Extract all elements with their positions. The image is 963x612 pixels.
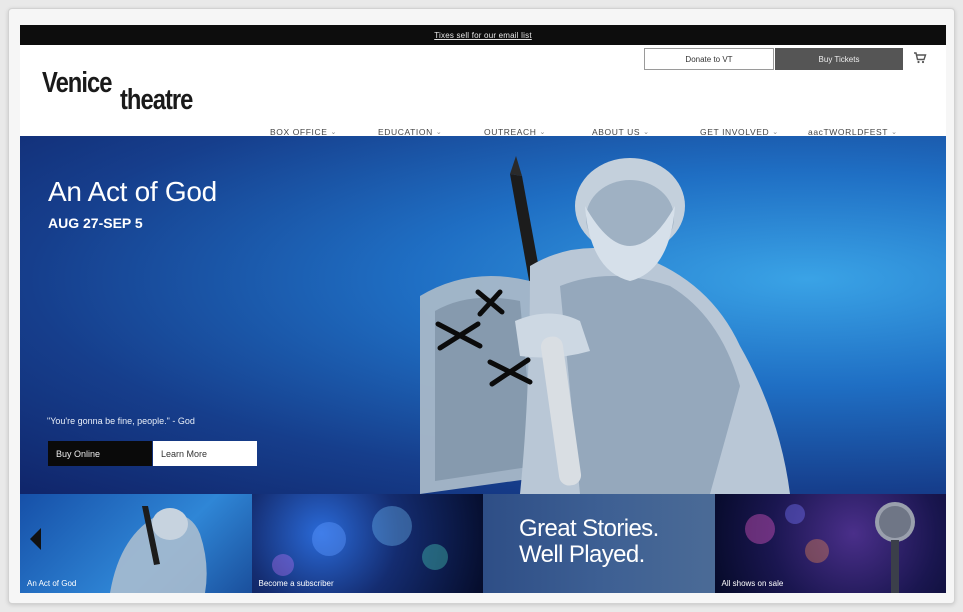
thumb-act-of-god[interactable]: An Act of God bbox=[20, 494, 252, 593]
tagline-line2: Well Played. bbox=[519, 541, 645, 568]
hero-banner: An Act of God AUG 27-SEP 5 "You're gonna… bbox=[20, 136, 946, 494]
tagline: Great Stories. Well Played. bbox=[519, 516, 659, 568]
logo-word-venice: Venice bbox=[42, 67, 112, 99]
logo-word-theatre: theatre bbox=[120, 84, 193, 116]
thumb-subscriber[interactable]: Become a subscriber bbox=[251, 494, 483, 593]
chevron-down-icon: ⌄ bbox=[435, 129, 443, 136]
chevron-down-icon: ⌄ bbox=[643, 129, 650, 136]
bokeh-light bbox=[421, 544, 448, 570]
bokeh-light bbox=[371, 506, 412, 546]
buy-tickets-button[interactable]: Buy Tickets bbox=[775, 48, 903, 70]
thumbnail-strip: An Act of God Become a subscriber Great … bbox=[20, 494, 946, 593]
bokeh-light bbox=[784, 504, 805, 524]
buy-online-button[interactable]: Buy Online bbox=[48, 441, 152, 466]
thumb-caption: Become a subscriber bbox=[258, 579, 334, 588]
chevron-down-icon: ⌄ bbox=[772, 129, 779, 136]
statue-artwork bbox=[420, 156, 790, 494]
chevron-down-icon: ⌄ bbox=[539, 129, 546, 136]
hero-quote: "You're gonna be fine, people." - God bbox=[47, 416, 195, 426]
cart-icon[interactable] bbox=[913, 51, 927, 65]
bokeh-light bbox=[804, 539, 829, 563]
thumb-caption: All shows on sale bbox=[721, 579, 784, 588]
thumb-caption: An Act of God bbox=[27, 579, 77, 588]
hero-dates: AUG 27-SEP 5 bbox=[48, 215, 143, 231]
bokeh-light bbox=[311, 522, 346, 556]
hero-title: An Act of God bbox=[48, 176, 217, 207]
tagline-line1: Great Stories. bbox=[519, 515, 659, 542]
thumb-all-shows[interactable]: All shows on sale bbox=[714, 494, 946, 593]
site-header: Venice theatre Donate to VT Buy Tickets … bbox=[20, 45, 946, 137]
microphone-icon bbox=[874, 502, 915, 593]
chevron-left-icon[interactable] bbox=[30, 528, 42, 550]
announcement-link[interactable]: Tixes sell for our email list bbox=[434, 31, 532, 40]
announcement-bar: Tixes sell for our email list bbox=[20, 25, 946, 45]
website: Tixes sell for our email list Venice the… bbox=[20, 25, 946, 593]
bokeh-light bbox=[271, 554, 294, 576]
chevron-down-icon: ⌄ bbox=[330, 129, 337, 136]
chevron-down-icon: ⌄ bbox=[891, 129, 898, 136]
venice-theatre-logo[interactable]: Venice theatre bbox=[42, 67, 212, 119]
donate-button[interactable]: Donate to VT bbox=[644, 48, 774, 70]
thumb-great-stories[interactable]: Great Stories. Well Played. bbox=[483, 494, 715, 593]
learn-more-button[interactable]: Learn More bbox=[153, 441, 257, 466]
bokeh-light bbox=[744, 514, 775, 544]
